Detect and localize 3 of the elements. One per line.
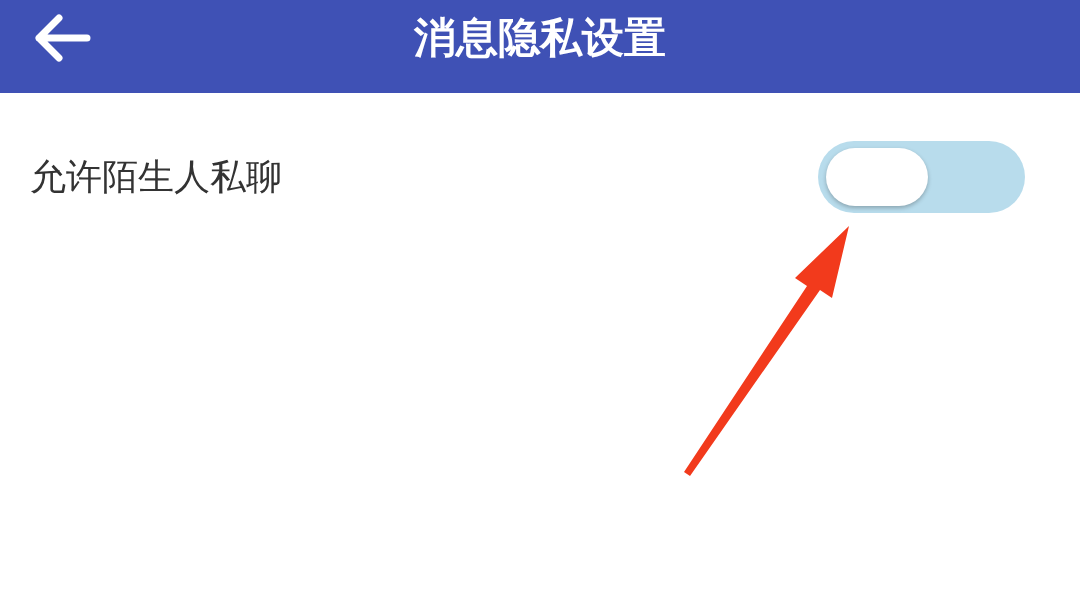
- setting-label: 允许陌生人私聊: [30, 154, 282, 199]
- screen-title: 消息隐私设置: [414, 11, 666, 64]
- back-arrow-icon[interactable]: [33, 14, 91, 62]
